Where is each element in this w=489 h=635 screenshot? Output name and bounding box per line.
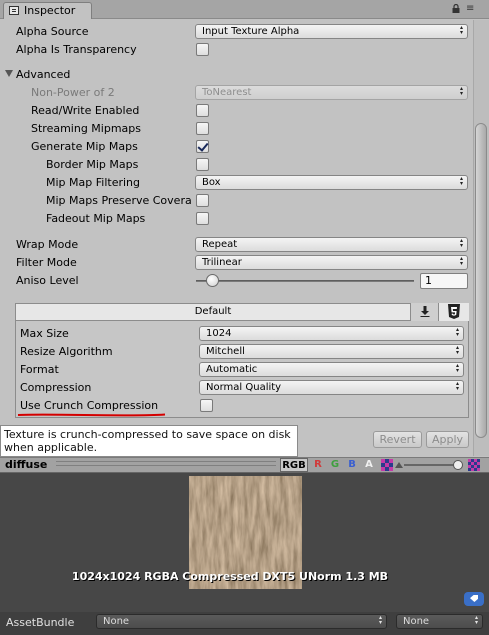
mip-maps-preserve-coverage-label: Mip Maps Preserve Covera: [46, 194, 192, 207]
tab-webgl-platform[interactable]: [438, 303, 469, 321]
inspector-tab-label: Inspector: [24, 4, 76, 17]
mip-map-filtering-dropdown[interactable]: Box: [195, 175, 468, 190]
filter-mode-label: Filter Mode: [16, 256, 77, 269]
channel-r-button[interactable]: R: [312, 458, 324, 472]
platform-tabs: Default: [15, 303, 469, 321]
texture-info-text: 1024x1024 RGBA Compressed DXT5 UNorm 1.3…: [71, 570, 389, 583]
wrap-mode-label: Wrap Mode: [16, 238, 79, 251]
mip-level-slider-track[interactable]: [404, 464, 460, 466]
border-mip-maps-label: Border Mip Maps: [46, 158, 139, 171]
checker-background-icon[interactable]: [381, 459, 393, 471]
fadeout-mip-maps-label: Fadeout Mip Maps: [46, 212, 146, 225]
resize-algorithm-label: Resize Algorithm: [20, 345, 113, 358]
non-power-of-2-label: Non-Power of 2: [31, 86, 115, 99]
aniso-level-input[interactable]: 1: [420, 273, 468, 289]
use-crunch-compression-label: Use Crunch Compression: [20, 399, 159, 412]
filter-mode-dropdown[interactable]: Trilinear: [195, 255, 468, 270]
use-crunch-compression-checkbox[interactable]: [200, 399, 213, 412]
fadeout-mip-maps-checkbox[interactable]: [196, 212, 209, 225]
tooltip: Texture is crunch-compressed to save spa…: [0, 425, 298, 457]
read-write-checkbox[interactable]: [196, 104, 209, 117]
asset-bundle-name-dropdown[interactable]: None: [96, 614, 387, 629]
revert-button[interactable]: Revert: [373, 431, 422, 448]
generate-mip-maps-checkbox[interactable]: [196, 140, 209, 153]
border-mip-maps-checkbox[interactable]: [196, 158, 209, 171]
inspector-tab[interactable]: Inspector: [3, 2, 92, 19]
context-menu-icon[interactable]: ≡: [466, 3, 482, 15]
compression-label: Compression: [20, 381, 92, 394]
apply-button[interactable]: Apply: [426, 431, 469, 448]
mip-large-icon: [468, 459, 480, 471]
advanced-foldout-label[interactable]: Advanced: [16, 68, 70, 82]
preview-title: diffuse: [5, 458, 48, 471]
preview-drag-handle[interactable]: [56, 461, 276, 466]
wrap-mode-dropdown[interactable]: Repeat: [195, 237, 468, 252]
channel-rgb-button[interactable]: RGB: [280, 458, 308, 472]
advanced-foldout-arrow-icon[interactable]: [5, 70, 13, 77]
aniso-level-slider-track[interactable]: [196, 280, 414, 282]
read-write-label: Read/Write Enabled: [31, 104, 140, 117]
aniso-level-slider-thumb[interactable]: [206, 274, 219, 287]
channel-a-button[interactable]: A: [363, 458, 375, 472]
mip-maps-preserve-coverage-checkbox[interactable]: [196, 194, 209, 207]
lock-icon[interactable]: [452, 4, 460, 13]
non-power-of-2-dropdown: ToNearest: [195, 85, 468, 100]
channel-g-button[interactable]: G: [329, 458, 341, 472]
format-label: Format: [20, 363, 59, 376]
streaming-mipmaps-checkbox[interactable]: [196, 122, 209, 135]
max-size-label: Max Size: [20, 327, 69, 340]
asset-bundle-label: AssetBundle: [6, 616, 75, 629]
alpha-source-dropdown[interactable]: Input Texture Alpha: [195, 24, 468, 39]
max-size-dropdown[interactable]: 1024: [199, 326, 464, 341]
mip-level-slider-thumb[interactable]: [453, 460, 463, 470]
compression-dropdown[interactable]: Normal Quality: [199, 380, 464, 395]
generate-mip-maps-label: Generate Mip Maps: [31, 140, 138, 153]
inspector-icon: [9, 6, 19, 15]
asset-bundle-variant-dropdown[interactable]: None: [396, 614, 483, 629]
tab-default-platform[interactable]: Default: [16, 304, 410, 320]
scrollbar-thumb[interactable]: [475, 123, 487, 438]
alpha-is-transparency-label: Alpha Is Transparency: [16, 43, 137, 56]
resize-algorithm-dropdown[interactable]: Mitchell: [199, 344, 464, 359]
mip-map-filtering-label: Mip Map Filtering: [46, 176, 140, 189]
streaming-mipmaps-label: Streaming Mipmaps: [31, 122, 142, 135]
aniso-level-label: Aniso Level: [16, 274, 79, 287]
html5-icon: [448, 304, 460, 319]
asset-bundle-tag-icon[interactable]: [464, 592, 484, 606]
tab-standalone-platform[interactable]: [410, 303, 438, 321]
channel-b-button[interactable]: B: [346, 458, 358, 472]
alpha-source-label: Alpha Source: [16, 25, 89, 38]
download-icon: [420, 306, 430, 317]
mip-small-icon: [395, 462, 403, 468]
format-dropdown[interactable]: Automatic: [199, 362, 464, 377]
crunch-underline-annotation: [17, 413, 166, 417]
alpha-is-transparency-checkbox[interactable]: [196, 43, 209, 56]
